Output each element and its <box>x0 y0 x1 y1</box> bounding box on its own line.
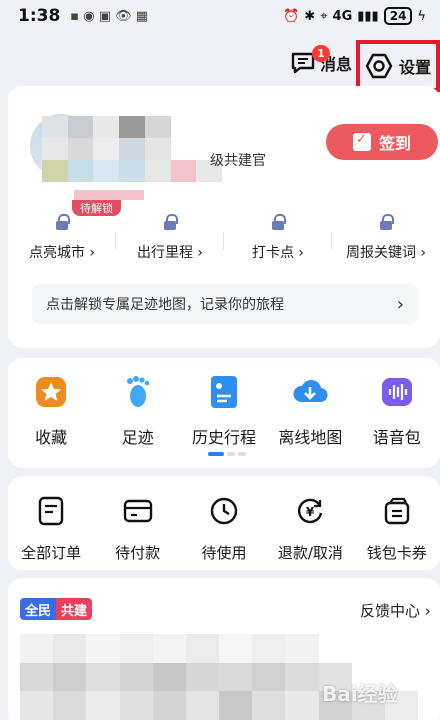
order-label: 待使用 <box>201 544 247 562</box>
orders-card: 全部订单 待付款 待使用 ¥ 退款/取消 钱包卡券 <box>8 476 440 570</box>
tool-label: 历史行程 <box>191 428 256 447</box>
stat-checkin-points[interactable]: 打卡点 › <box>224 208 332 268</box>
lock-icon <box>271 214 286 230</box>
unlock-footprint-map-bar[interactable]: 点击解锁专属足迹地图，记录你的旅程 › <box>32 284 418 324</box>
order-label: 退款/取消 <box>277 544 343 562</box>
svg-text:¥: ¥ <box>306 505 315 519</box>
order-wallet-coupons[interactable]: 钱包卡券 <box>355 496 439 563</box>
settings-button[interactable]: 设置 <box>356 40 440 92</box>
feedback-content-mosaic <box>20 634 418 720</box>
page-dot <box>238 452 246 456</box>
bluetooth-icon: ✱ <box>304 8 316 24</box>
alarm-icon: ⏰ <box>283 8 300 24</box>
refund-yen-icon: ¥ <box>295 496 325 530</box>
all-orders-icon <box>36 496 66 530</box>
page-indicator <box>208 452 246 456</box>
tool-offline-maps[interactable]: 离线地图 <box>268 374 352 448</box>
page-dot-active <box>208 452 224 456</box>
lock-icon <box>55 214 70 230</box>
order-pending-payment[interactable]: 待付款 <box>96 496 180 563</box>
tool-label: 收藏 <box>35 428 68 447</box>
tool-label: 离线地图 <box>278 428 343 447</box>
username-mosaic <box>42 116 222 182</box>
tool-label: 足迹 <box>121 428 154 447</box>
order-label: 全部订单 <box>21 544 82 562</box>
history-trip-icon <box>206 374 242 410</box>
order-to-use[interactable]: 待使用 <box>182 496 266 563</box>
lock-icon <box>163 214 178 230</box>
battery-icon: 24 <box>383 7 413 25</box>
co-build-tag: 全民 共建 <box>20 598 93 620</box>
voice-pack-icon <box>379 374 415 410</box>
lock-icon <box>379 214 394 230</box>
calendar-check-icon <box>352 132 371 151</box>
charging-icon: ϟ <box>417 8 426 24</box>
status-bar: 1:38 ▪ ◉ ▣ 👁 ▦ ⏰ ✱ ⌖ 4G ▮▮▮ 24 ϟ <box>0 0 440 32</box>
location-icon: ⌖ <box>320 8 328 24</box>
message-badge: 1 <box>312 45 330 62</box>
level-text: 级共建官 <box>210 153 266 169</box>
tag-part2: 共建 <box>56 598 93 620</box>
status-time: 1:38 <box>18 6 61 26</box>
message-icon: 1 <box>290 45 330 75</box>
stat-label: 打卡点 › <box>251 245 305 261</box>
page-dot <box>227 452 235 456</box>
tag-part1: 全民 <box>20 598 57 620</box>
notification-icons: ▪ ◉ ▣ 👁 ▦ <box>70 8 149 24</box>
stat-weekly-keywords[interactable]: 周报关键词 › <box>332 208 440 268</box>
stat-label: 点亮城市 › <box>28 245 96 261</box>
wallet-coupon-icon <box>382 496 412 530</box>
star-icon <box>33 374 69 410</box>
network-label: 4G <box>332 8 353 24</box>
order-label: 钱包卡券 <box>366 544 427 562</box>
offline-map-download-icon <box>292 374 328 410</box>
tool-label: 语音包 <box>372 428 421 447</box>
profile-card: 级共建官 待解锁 签到 点亮城市 › 出行里程 › 打卡点 › 周报关键词 › … <box>8 86 440 348</box>
stat-label: 周报关键词 › <box>345 245 427 261</box>
settings-label: 设置 <box>398 58 431 77</box>
wallet-card-icon <box>123 496 153 530</box>
watermark: Bai经验 <box>322 682 398 706</box>
footprint-icon <box>120 374 156 410</box>
gear-icon <box>365 52 393 80</box>
chevron-right-icon: › <box>396 293 404 315</box>
stat-lit-cities[interactable]: 点亮城市 › <box>8 208 116 268</box>
order-label: 待付款 <box>115 544 161 562</box>
tool-history-trips[interactable]: 历史行程 <box>182 374 266 448</box>
unlock-bar-text: 点击解锁专属足迹地图，记录你的旅程 <box>46 297 284 313</box>
top-bar: 1 消息 设置 <box>0 40 440 92</box>
messages-button[interactable]: 1 消息 <box>290 44 352 82</box>
order-refund-cancel[interactable]: ¥ 退款/取消 <box>268 496 352 563</box>
clock-icon <box>209 496 239 530</box>
tools-card: 收藏 足迹 历史行程 离线地图 语音包 <box>8 358 440 468</box>
tool-voice-pack[interactable]: 语音包 <box>355 374 439 448</box>
signal-icon: ▮▮▮ <box>357 8 379 24</box>
stat-travel-distance[interactable]: 出行里程 › <box>116 208 224 268</box>
feedback-center-link[interactable]: 反馈中心 › <box>360 600 431 621</box>
signin-button[interactable]: 签到 <box>326 124 438 160</box>
stat-label: 出行里程 › <box>136 245 204 261</box>
signin-label: 签到 <box>378 134 411 153</box>
stats-row: 点亮城市 › 出行里程 › 打卡点 › 周报关键词 › <box>8 208 440 268</box>
tool-footprint[interactable]: 足迹 <box>96 374 180 448</box>
username-mosaic-strip <box>74 190 144 200</box>
order-all[interactable]: 全部订单 <box>9 496 93 563</box>
tool-favorites[interactable]: 收藏 <box>9 374 93 448</box>
